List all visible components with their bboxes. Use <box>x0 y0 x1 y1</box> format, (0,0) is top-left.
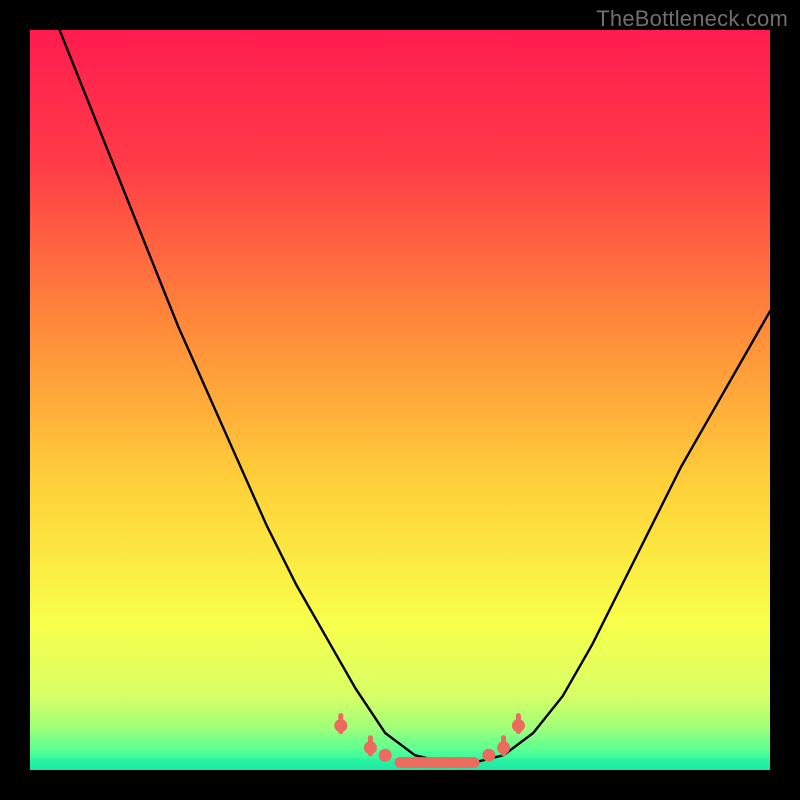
plot-area <box>30 30 770 770</box>
bottleneck-curve <box>60 30 770 763</box>
chart-svg <box>30 30 770 770</box>
watermark-text: TheBottleneck.com <box>596 6 788 32</box>
chart-frame: TheBottleneck.com <box>0 0 800 800</box>
